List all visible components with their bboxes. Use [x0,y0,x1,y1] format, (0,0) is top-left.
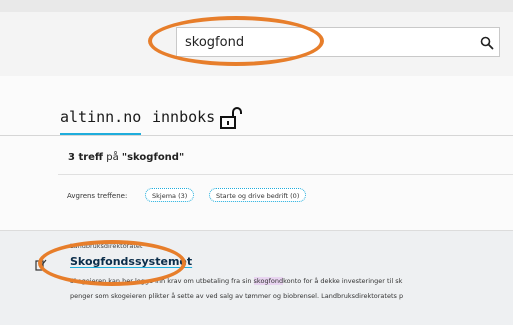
filter-divider [58,174,513,175]
result-title-link[interactable]: Skogfondssystemet [70,255,192,268]
lock-open-icon[interactable] [220,106,242,130]
tab-divider [0,135,513,136]
tab-inbox[interactable]: innboks [152,108,215,126]
desc-1-pre: Skogeieren kan her legge inn krav om utb… [70,277,254,285]
desc-1-post: konto for å dekke investeringer til sk [283,277,403,285]
result-count-query: "skogfond" [121,152,185,163]
result-card-border [0,230,513,231]
filter-label: Avgrens treffene: [67,192,128,200]
result-count-number: 3 treff [68,152,104,163]
desc-1-highlight: skogfond [253,277,284,285]
result-count-mid: på [103,152,122,163]
filter-chip-starte-bedrift[interactable]: Starte og drive bedrift (0) [209,188,307,202]
result-description-line-2: penger som skogeieren plikter å sette av… [70,292,404,300]
filter-chip-skjema[interactable]: Skjema (3) [145,188,195,202]
result-organization: Landbruksdirektoratet [70,242,143,250]
header-edge [0,0,513,12]
result-description-line-1: Skogeieren kan her legge inn krav om utb… [70,277,513,285]
search-icon[interactable] [480,35,494,50]
form-icon [35,256,47,271]
search-input[interactable] [185,32,465,52]
search-box[interactable] [176,27,500,57]
result-count: 3 treff på "skogfond" [68,152,184,163]
tab-altinn[interactable]: altinn.no [60,108,142,135]
